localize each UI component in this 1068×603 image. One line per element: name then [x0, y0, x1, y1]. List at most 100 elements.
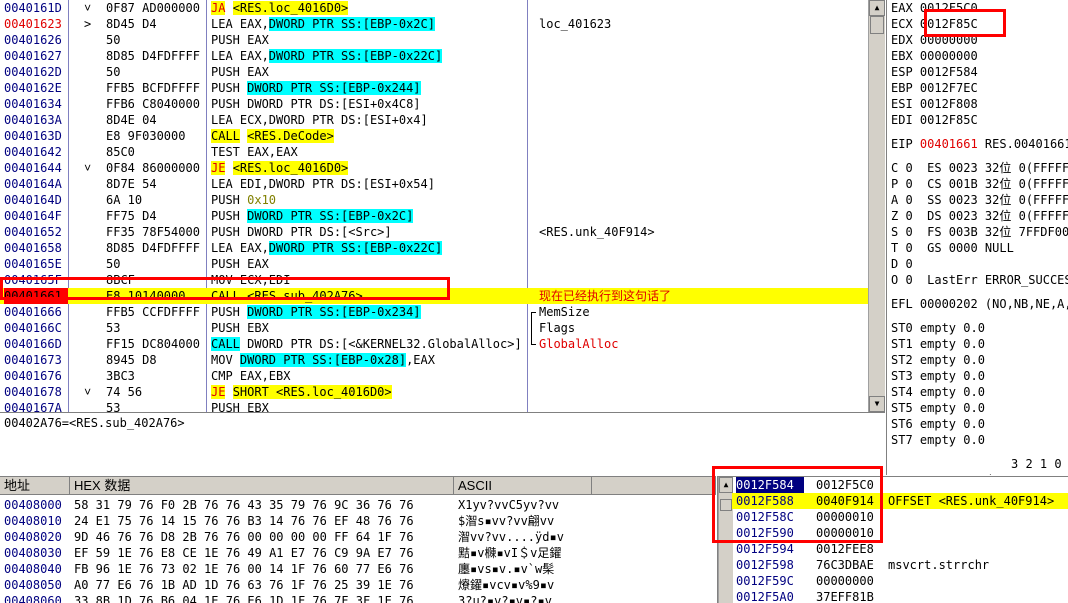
- disasm-instruction: PUSH DWORD PTR SS:[EBP-0x244]: [211, 80, 527, 96]
- disasm-row[interactable]: 0040165E 50 PUSH EAX: [0, 256, 885, 272]
- dump-header-hex[interactable]: HEX 数据: [70, 477, 454, 495]
- disasm-row[interactable]: 0040164F FF75 D4 PUSH DWORD PTR SS:[EBP-0x…: [0, 208, 885, 224]
- dump-row[interactable]: 00408000 58 31 79 76 F0 2B 76 76 43 35 79…: [0, 497, 716, 513]
- disasm-comment: [539, 256, 864, 272]
- disasm-address: 00401642: [4, 145, 62, 159]
- fpu-row[interactable]: ST5 empty 0.0: [891, 400, 1068, 416]
- disasm-row[interactable]: 0040161D ˅ 0F87 AD000000 JA <RES.loc_4016D0…: [0, 0, 885, 16]
- fpu-row[interactable]: ST1 empty 0.0: [891, 336, 1068, 352]
- disasm-row[interactable]: 00401623 >8D45 D4 LEA EAX,DWORD PTR SS:[EB…: [0, 16, 885, 32]
- disasm-comment: <RES.unk_40F914>: [539, 225, 655, 239]
- stack-row[interactable]: 0012F594 0012FEE8: [732, 541, 1068, 557]
- dump-header-ascii[interactable]: ASCII: [454, 477, 592, 495]
- flag-row[interactable]: D 0: [891, 256, 1068, 272]
- disasm-row[interactable]: 00401676 3BC3 CMP EAX,EBX: [0, 368, 885, 384]
- stack-scrollbar[interactable]: ▲: [718, 477, 733, 603]
- disasm-instruction: PUSH EAX: [211, 32, 527, 48]
- disassembly-scrollbar[interactable]: ▲ ▼: [868, 0, 885, 412]
- disasm-row[interactable]: 00401642 85C0 TEST EAX,EAX: [0, 144, 885, 160]
- flag-row[interactable]: O 0 LastErr ERROR_SUCCESS: [891, 272, 1068, 288]
- register-row[interactable]: ESP 0012F584: [891, 64, 1068, 80]
- efl-row[interactable]: EFL 00000202 (NO,NB,NE,A,NS,PO,GE,G): [891, 296, 1068, 312]
- register-row[interactable]: EDI 0012F85C: [891, 112, 1068, 128]
- scroll-down-arrow-icon[interactable]: ▼: [869, 396, 885, 412]
- disasm-row[interactable]: 00401644 ˅ 0F84 86000000 JE <RES.loc_4016D0…: [0, 160, 885, 176]
- disasm-hex: 50: [106, 33, 121, 47]
- scroll-up-arrow-icon[interactable]: ▲: [869, 0, 885, 16]
- disasm-row[interactable]: 00401678 ˅ 74 56 JE SHORT <RES.loc_4016D0>: [0, 384, 885, 400]
- scrollbar-thumb[interactable]: [870, 16, 884, 34]
- dump-header-address[interactable]: 地址: [0, 477, 70, 495]
- stack-row[interactable]: 0012F5A0 37EFF81B: [732, 589, 1068, 603]
- stack-scroll-up-icon[interactable]: ▲: [719, 477, 733, 493]
- stack-pane[interactable]: ▲ 0012F584 0012F5C0 0012F588 0040F914 OFFSET…: [717, 476, 1068, 603]
- fpu-row[interactable]: ST6 empty 0.0: [891, 416, 1068, 432]
- dump-row[interactable]: 00408050 A0 77 E6 76 1B AD 1D 76 63 76 1F…: [0, 577, 716, 593]
- flag-row[interactable]: P 0 CS 001B 32位 0(FFFFFFFF): [891, 176, 1068, 192]
- stack-row[interactable]: 0012F58C 00000010: [732, 509, 1068, 525]
- disasm-row[interactable]: 00401652 FF35 78F54000 PUSH DWORD PTR DS:[…: [0, 224, 885, 240]
- disasm-comment: [539, 160, 864, 176]
- disasm-row[interactable]: 0040166D FF15 DC804000 CALL DWORD PTR DS:[…: [0, 336, 885, 352]
- dump-row[interactable]: 00408010 24 E1 75 76 14 15 76 76 B3 14 76…: [0, 513, 716, 529]
- register-value[interactable]: 00000000: [920, 49, 978, 63]
- register-value[interactable]: 0012F5C0: [920, 1, 978, 15]
- register-value[interactable]: 0012F85C: [920, 17, 978, 31]
- instr-part: LEA EDI,DWORD PTR DS:[ESI+0x54]: [211, 177, 435, 191]
- disassembly-pane[interactable]: 0040161D ˅ 0F87 AD000000 JA <RES.loc_4016D0…: [0, 0, 885, 412]
- dump-row[interactable]: 00408040 FB 96 1E 76 73 02 1E 76 00 14 1F…: [0, 561, 716, 577]
- dump-pane[interactable]: 地址 HEX 数据 ASCII 00408000 58 31 79 76 F0 2…: [0, 476, 716, 603]
- fpu-row[interactable]: ST7 empty 0.0: [891, 432, 1068, 448]
- register-row[interactable]: ESI 0012F808: [891, 96, 1068, 112]
- disasm-row[interactable]: 00401627 8D85 D4FDFFFF LEA EAX,DWORD PTR S…: [0, 48, 885, 64]
- disasm-row[interactable]: 0040162E FFB5 BCFDFFFF PUSH DWORD PTR SS:[…: [0, 80, 885, 96]
- disasm-row[interactable]: 0040164D 6A 10 PUSH 0x10: [0, 192, 885, 208]
- disasm-row[interactable]: 0040164A 8D7E 54 LEA EDI,DWORD PTR DS:[ESI…: [0, 176, 885, 192]
- register-row[interactable]: EAX 0012F5C0: [891, 0, 1068, 16]
- fpu-row[interactable]: ST2 empty 0.0: [891, 352, 1068, 368]
- stack-row[interactable]: 0012F584 0012F5C0: [732, 477, 1068, 493]
- disasm-address: 0040164A: [4, 177, 62, 191]
- dump-row[interactable]: 00408020 9D 46 76 76 D8 2B 76 76 00 00 00…: [0, 529, 716, 545]
- stack-scrollbar-thumb[interactable]: [720, 499, 732, 511]
- register-value[interactable]: 00401661: [920, 137, 978, 151]
- disasm-row[interactable]: 0040163D E8 9F030000 CALL <RES.DeCode>: [0, 128, 885, 144]
- dump-row[interactable]: 00408030 EF 59 1E 76 E8 CE 1E 76 49 A1 E7…: [0, 545, 716, 561]
- disasm-row[interactable]: 00401634 FFB6 C8040000 PUSH DWORD PTR DS:[…: [0, 96, 885, 112]
- disasm-row[interactable]: 00401661 E8 10140000 CALL <RES.sub_402A76>…: [0, 288, 868, 304]
- register-value[interactable]: 0012F584: [920, 65, 978, 79]
- register-value[interactable]: 0012F85C: [920, 113, 978, 127]
- flag-row[interactable]: Z 0 DS 0023 32位 0(FFFFFFFF): [891, 208, 1068, 224]
- flag-row[interactable]: T 0 GS 0000 NULL: [891, 240, 1068, 256]
- flag-row[interactable]: C 0 ES 0023 32位 0(FFFFFFFF): [891, 160, 1068, 176]
- flag-row[interactable]: A 0 SS 0023 32位 0(FFFFFFFF): [891, 192, 1068, 208]
- disasm-row[interactable]: 0040162D 50 PUSH EAX: [0, 64, 885, 80]
- disasm-row[interactable]: 00401673 8945 D8 MOV DWORD PTR SS:[EBP-0x2…: [0, 352, 885, 368]
- stack-row[interactable]: 0012F588 0040F914 OFFSET <RES.unk_40F914>: [732, 493, 1068, 509]
- register-value[interactable]: 00000000: [920, 33, 978, 47]
- fpu-row[interactable]: ST0 empty 0.0: [891, 320, 1068, 336]
- stack-row[interactable]: 0012F598 76C3DBAE msvcrt.strrchr: [732, 557, 1068, 573]
- disasm-row[interactable]: 00401666 FFB5 CCFDFFFF PUSH DWORD PTR SS:[…: [0, 304, 885, 321]
- disasm-hex: E8 10140000: [106, 289, 186, 303]
- registers-pane[interactable]: EAX 0012F5C0 ECX 0012F85C EDX 00000000 EBX …: [886, 0, 1068, 475]
- register-row[interactable]: ECX 0012F85C: [891, 16, 1068, 32]
- stack-row[interactable]: 0012F590 00000010: [732, 525, 1068, 541]
- register-row[interactable]: EDX 00000000: [891, 32, 1068, 48]
- disasm-row[interactable]: 0040167A 53 PUSH EBX: [0, 400, 885, 412]
- disasm-row[interactable]: 00401658 8D85 D4FDFFFF LEA EAX,DWORD PTR S…: [0, 240, 885, 256]
- stack-row[interactable]: 0012F59C 00000000: [732, 573, 1068, 589]
- flag-row[interactable]: S 0 FS 003B 32位 7FFDF000: [891, 224, 1068, 240]
- disasm-row[interactable]: 0040166C 53 PUSH EBX Flags: [0, 320, 885, 336]
- disasm-row[interactable]: 00401626 50 PUSH EAX: [0, 32, 885, 48]
- fpu-row[interactable]: ST3 empty 0.0: [891, 368, 1068, 384]
- disasm-row[interactable]: 0040165F 8BCF MOV ECX,EDI: [0, 272, 885, 288]
- register-row-eip[interactable]: EIP 00401661 RES.00401661: [891, 136, 1068, 152]
- register-row[interactable]: EBP 0012F7EC: [891, 80, 1068, 96]
- disasm-row[interactable]: 0040163A 8D4E 04 LEA ECX,DWORD PTR DS:[ESI…: [0, 112, 885, 128]
- fpu-row[interactable]: ST4 empty 0.0: [891, 384, 1068, 400]
- register-value[interactable]: 0012F7EC: [920, 81, 978, 95]
- register-value[interactable]: 0012F808: [920, 97, 978, 111]
- fst-row[interactable]: FST 0000 Cond 0 0 0 0: [891, 472, 1068, 475]
- register-row[interactable]: EBX 00000000: [891, 48, 1068, 64]
